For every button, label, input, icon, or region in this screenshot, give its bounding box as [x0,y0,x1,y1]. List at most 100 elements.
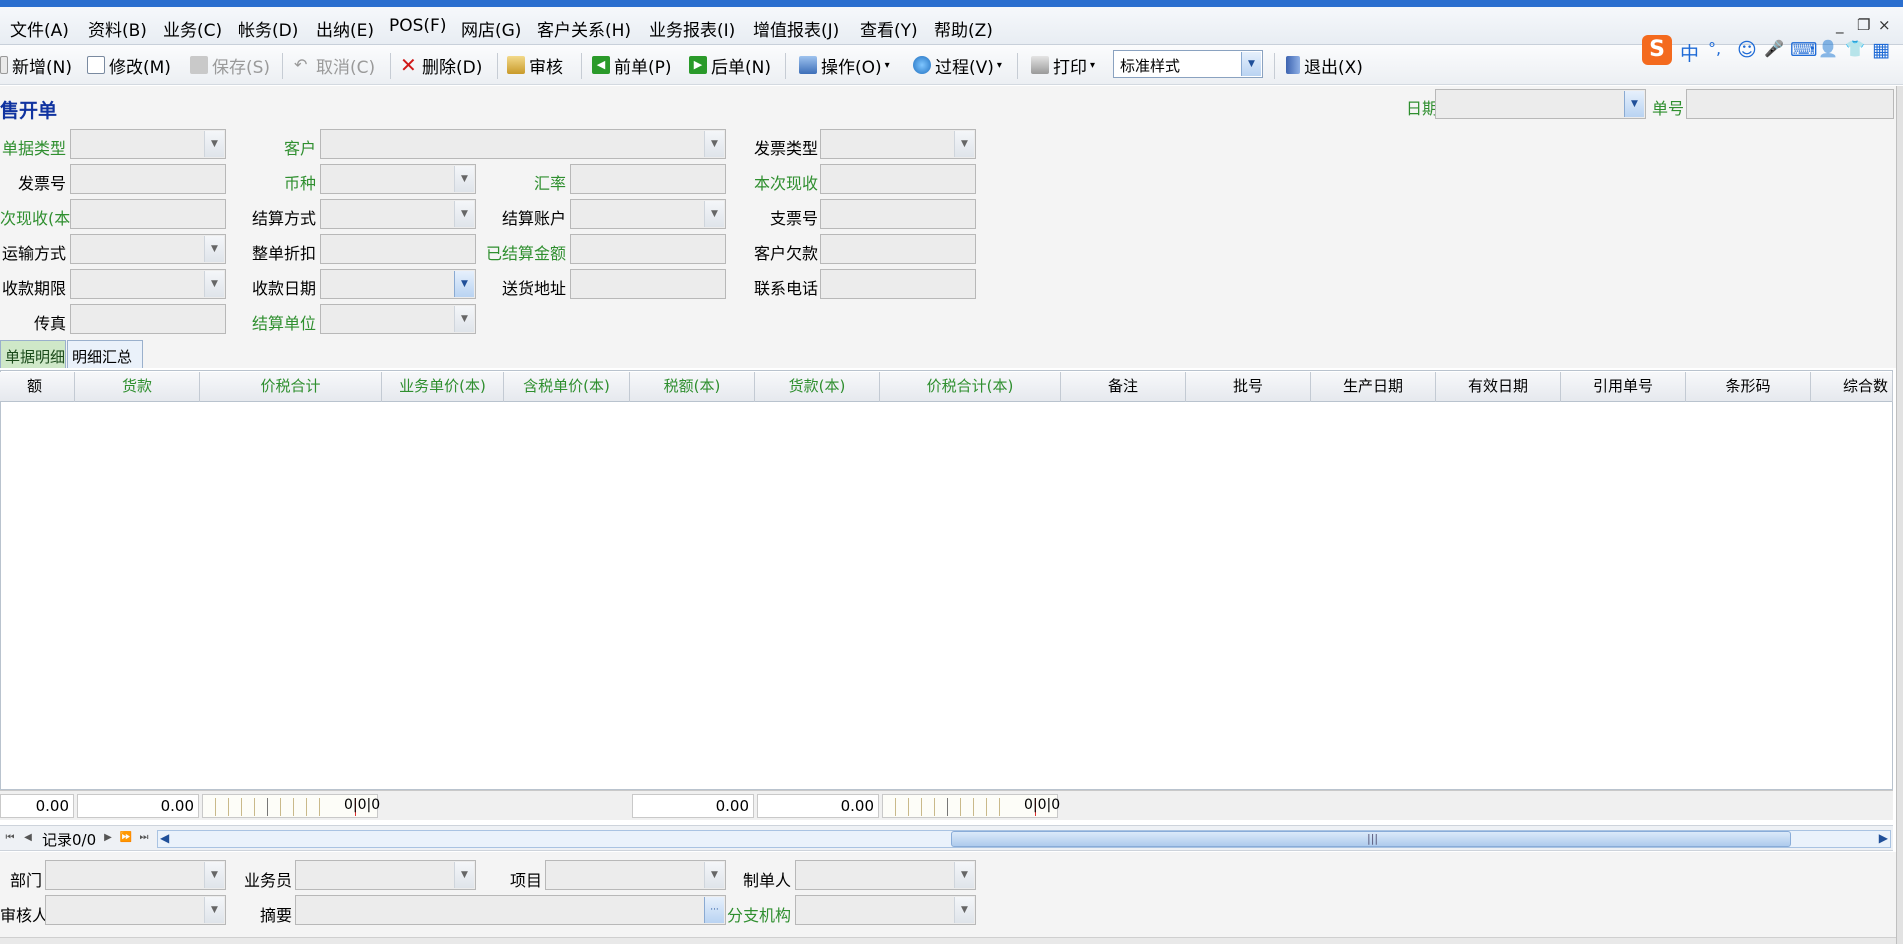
menu-pos[interactable]: POS(F) [389,16,446,36]
project-select[interactable]: ▼ [545,860,726,890]
chevron-down-icon[interactable]: ▼ [454,306,474,332]
mic-icon[interactable]: 🎤 [1764,39,1784,58]
ship-addr-field[interactable] [570,269,726,299]
keyboard-icon[interactable]: ⌨ [1790,39,1817,61]
exit-button[interactable]: 退出(X) [1286,53,1363,78]
menu-cashier[interactable]: 出纳(E) [316,16,374,41]
chevron-down-icon[interactable]: ▼ [954,862,974,888]
settle-account-select[interactable]: ▼ [570,199,726,229]
menu-business-reports[interactable]: 业务报表(I) [649,16,735,41]
invoice-no-field[interactable] [70,164,226,194]
date-field[interactable]: ▼ [1435,89,1646,119]
col-header-tax-price-base[interactable]: 含税单价(本) [504,372,630,402]
next-record-icon[interactable]: ▶ [100,829,116,847]
salesman-select[interactable]: ▼ [295,860,476,890]
scroll-left-icon[interactable]: ◀ [160,831,169,845]
check-no-field[interactable] [820,199,976,229]
tab-detail-summary[interactable]: 明细汇总 [67,340,143,368]
col-header-amount[interactable]: 额 [0,372,75,402]
first-record-icon[interactable]: ⏮ [2,829,18,847]
new-button[interactable]: 新增(N) [0,53,72,78]
chevron-down-icon[interactable]: ▼ [454,271,474,297]
menu-file[interactable]: 文件(A) [10,16,69,41]
receipt-term-select[interactable]: ▼ [70,269,226,299]
col-header-goods-base[interactable]: 货款(本) [755,372,880,402]
ellipsis-button[interactable]: ··· [704,897,724,923]
audit-button[interactable]: 审核 [507,53,563,78]
col-header-batch[interactable]: 批号 [1186,372,1311,402]
col-header-total[interactable]: 价税合计 [200,372,382,402]
branch-select[interactable]: ▼ [795,895,976,925]
fax-field[interactable] [70,304,226,334]
col-header-ref-no[interactable]: 引用单号 [1561,372,1686,402]
col-header-goods[interactable]: 货款 [75,372,200,402]
col-header-remark[interactable]: 备注 [1061,372,1186,402]
transport-select[interactable]: ▼ [70,234,226,264]
chevron-down-icon[interactable]: ▼ [204,897,224,923]
col-header-barcode[interactable]: 条形码 [1686,372,1811,402]
operate-menu-button[interactable]: 操作(O) ▾ [799,53,890,78]
menu-help[interactable]: 帮助(Z) [934,16,993,41]
cur-receipt-base-field[interactable] [70,199,226,229]
print-style-select[interactable]: 标准样式 ▼ [1113,50,1263,78]
chevron-down-icon[interactable]: ▼ [704,131,724,157]
minimize-icon[interactable]: _ [1836,16,1844,34]
invoice-type-select[interactable]: ▼ [820,129,976,159]
punct-icon[interactable]: °, [1708,39,1721,58]
menu-value-reports[interactable]: 增值报表(J) [753,16,839,41]
cancel-button[interactable]: ↶ 取消(C) [294,53,375,78]
menu-data[interactable]: 资料(B) [88,16,147,41]
chevron-down-icon[interactable]: ▼ [1624,91,1644,117]
phone-field[interactable] [820,269,976,299]
cur-receipt-field[interactable] [820,164,976,194]
prev-button[interactable]: ◀ 前单(P) [592,53,672,78]
dept-select[interactable]: ▼ [45,860,226,890]
menu-webshop[interactable]: 网店(G) [461,16,521,41]
chevron-down-icon[interactable]: ▼ [204,131,224,157]
cust-debt-field[interactable] [820,234,976,264]
menu-business[interactable]: 业务(C) [163,16,222,41]
chevron-down-icon[interactable]: ▼ [704,201,724,227]
settle-unit-select[interactable]: ▼ [320,304,476,334]
doc-type-select[interactable]: ▼ [70,129,226,159]
chevron-down-icon[interactable]: ▼ [204,271,224,297]
col-header-tax-base[interactable]: 税额(本) [630,372,755,402]
delete-button[interactable]: ✕ 删除(D) [400,53,482,78]
chevron-down-icon[interactable]: ▼ [704,862,724,888]
next-page-icon[interactable]: ⏩ [118,829,134,847]
close-icon[interactable]: × [1878,16,1891,34]
col-header-exp-date[interactable]: 有效日期 [1436,372,1561,402]
menu-view[interactable]: 查看(Y) [860,16,918,41]
discount-field[interactable] [320,234,476,264]
chevron-down-icon[interactable]: ▼ [454,166,474,192]
tab-doc-detail[interactable]: 单据明细 [0,340,66,368]
print-menu-button[interactable]: 打印 ▾ [1031,53,1095,78]
menu-crm[interactable]: 客户关系(H) [537,16,631,41]
maker-select[interactable]: ▼ [795,860,976,890]
prev-record-icon[interactable]: ◀ [20,829,36,847]
chevron-down-icon[interactable]: ▼ [204,862,224,888]
chevron-down-icon[interactable]: ▼ [454,862,474,888]
col-header-composite[interactable]: 综合数 [1811,372,1893,402]
col-header-mfg-date[interactable]: 生产日期 [1311,372,1436,402]
scroll-right-icon[interactable]: ▶ [1879,831,1888,845]
menu-accounts[interactable]: 帐务(D) [238,16,298,41]
process-menu-button[interactable]: 过程(V) ▾ [913,53,1002,78]
user-icon[interactable]: 👤 [1818,39,1838,58]
chevron-down-icon[interactable]: ▼ [1241,52,1261,76]
last-record-icon[interactable]: ⏭ [136,829,152,847]
doc-no-field[interactable] [1686,89,1894,119]
currency-select[interactable]: ▼ [320,164,476,194]
chevron-down-icon[interactable]: ▼ [954,897,974,923]
chevron-down-icon[interactable]: ▼ [204,236,224,262]
settled-amount-field[interactable] [570,234,726,264]
sogou-logo-icon[interactable]: S [1642,35,1672,65]
ime-lang-icon[interactable]: 中 [1680,39,1699,66]
detail-grid[interactable] [0,370,1893,790]
save-button[interactable]: 保存(S) [190,53,270,78]
scroll-thumb[interactable]: ||| [951,831,1791,847]
settle-method-select[interactable]: ▼ [320,199,476,229]
rate-field[interactable] [570,164,726,194]
toolbox-grid-icon[interactable]: ▦ [1872,39,1890,61]
next-button[interactable]: ▶ 后单(N) [689,53,771,78]
